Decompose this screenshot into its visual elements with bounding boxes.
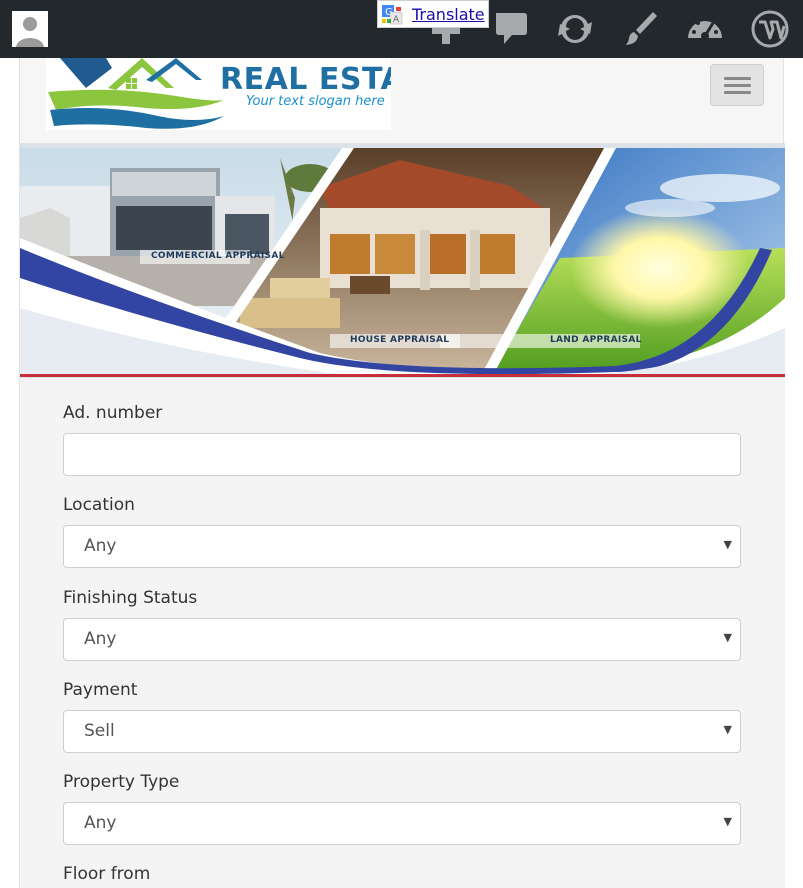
ad-number-label: Ad. number [63, 403, 163, 423]
logo-slogan: Your text slogan here [246, 94, 385, 109]
property-type-select[interactable]: Any ▼ [63, 802, 741, 845]
google-translate-icon: G A [382, 5, 404, 25]
updates-icon[interactable] [554, 8, 596, 50]
avatar-icon[interactable] [12, 11, 48, 47]
svg-text:A: A [393, 15, 400, 25]
finishing-status-select[interactable]: Any ▼ [63, 618, 741, 661]
hero-banner: COMMERCIAL APPRAISAL HOUSE APPRAISAL LAN… [20, 148, 785, 377]
search-form: Ad. number Location Any ▼ Finishing Stat… [20, 377, 785, 888]
property-type-label: Property Type [63, 772, 180, 792]
customize-icon[interactable] [620, 8, 662, 50]
location-label: Location [63, 495, 135, 515]
floor-from-label: Floor from [63, 864, 151, 884]
banner-caption-commercial: COMMERCIAL APPRAISAL [151, 251, 285, 261]
dropdown-arrow-icon: ▼ [723, 538, 732, 551]
site-logo[interactable]: REAL ESTATE Your text slogan here [46, 58, 391, 130]
menu-toggle-button[interactable] [710, 64, 764, 106]
banner-caption-house: HOUSE APPRAISAL [350, 335, 450, 345]
hamburger-line [724, 77, 751, 80]
translate-link[interactable]: Translate [412, 5, 485, 25]
location-select[interactable]: Any ▼ [63, 525, 741, 568]
banner-caption-land: LAND APPRAISAL [550, 335, 642, 345]
finishing-status-select-value: Any [84, 629, 117, 649]
payment-select[interactable]: Sell ▼ [63, 710, 741, 753]
translate-widget[interactable]: G A Translate [377, 0, 489, 28]
wordpress-icon[interactable] [749, 8, 791, 50]
dropdown-arrow-icon: ▼ [723, 631, 732, 644]
dropdown-arrow-icon: ▼ [723, 815, 732, 828]
dropdown-arrow-icon: ▼ [723, 723, 732, 736]
location-select-value: Any [84, 536, 117, 556]
payment-select-value: Sell [84, 721, 115, 741]
hamburger-line [724, 84, 751, 87]
finishing-status-label: Finishing Status [63, 588, 198, 608]
admin-bar: G A Translate [0, 0, 803, 58]
logo-title: REAL ESTATE [220, 62, 391, 97]
property-type-select-value: Any [84, 813, 117, 833]
comments-icon[interactable] [490, 8, 532, 50]
payment-label: Payment [63, 680, 138, 700]
page-content: REAL ESTATE Your text slogan here [19, 58, 785, 888]
dashboard-icon[interactable] [684, 8, 726, 50]
ad-number-input[interactable] [63, 433, 741, 476]
hamburger-line [724, 91, 751, 94]
